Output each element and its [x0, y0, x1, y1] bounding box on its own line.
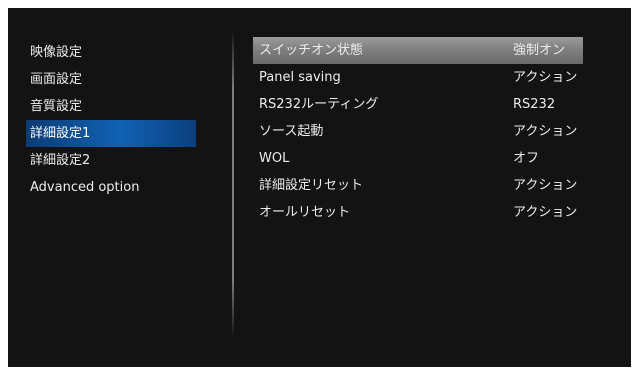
left-menu: 映像設定 画面設定 音質設定 詳細設定1 詳細設定2 Advanced opti…	[26, 39, 196, 201]
setting-label: Panel saving	[259, 70, 341, 85]
setting-label: オールリセット	[259, 205, 351, 220]
setting-value: アクション	[513, 178, 578, 193]
setting-row-wol[interactable]: WOL オフ	[253, 145, 583, 172]
setting-label: 詳細設定リセット	[259, 178, 364, 193]
menu-item-picture[interactable]: 映像設定	[26, 39, 196, 66]
menu-divider	[232, 34, 234, 334]
menu-item-advanced-2[interactable]: 詳細設定2	[26, 147, 196, 174]
menu-item-advanced-option[interactable]: Advanced option	[26, 174, 196, 201]
setting-value: アクション	[513, 70, 578, 85]
setting-label: WOL	[259, 151, 290, 166]
setting-value: アクション	[513, 205, 578, 220]
menu-item-screen[interactable]: 画面設定	[26, 66, 196, 93]
setting-value: オフ	[513, 151, 540, 166]
menu-item-audio[interactable]: 音質設定	[26, 93, 196, 120]
osd-screen: 映像設定 画面設定 音質設定 詳細設定1 詳細設定2 Advanced opti…	[8, 8, 631, 367]
setting-label: スイッチオン状態	[259, 43, 364, 58]
setting-row-all-reset[interactable]: オールリセット アクション	[253, 199, 583, 226]
setting-label: RS232ルーティング	[259, 97, 379, 112]
setting-row-source-boot[interactable]: ソース起動 アクション	[253, 118, 583, 145]
setting-value: RS232	[513, 97, 556, 112]
setting-row-rs232-routing[interactable]: RS232ルーティング RS232	[253, 91, 583, 118]
menu-item-advanced-1[interactable]: 詳細設定1	[26, 120, 196, 147]
setting-label: ソース起動	[259, 124, 324, 139]
setting-value: 強制オン	[513, 43, 566, 58]
setting-row-switch-on-state[interactable]: スイッチオン状態 強制オン	[253, 37, 583, 64]
settings-list: スイッチオン状態 強制オン Panel saving アクション RS232ルー…	[253, 37, 583, 226]
setting-value: アクション	[513, 124, 578, 139]
setting-row-advanced-reset[interactable]: 詳細設定リセット アクション	[253, 172, 583, 199]
setting-row-panel-saving[interactable]: Panel saving アクション	[253, 64, 583, 91]
